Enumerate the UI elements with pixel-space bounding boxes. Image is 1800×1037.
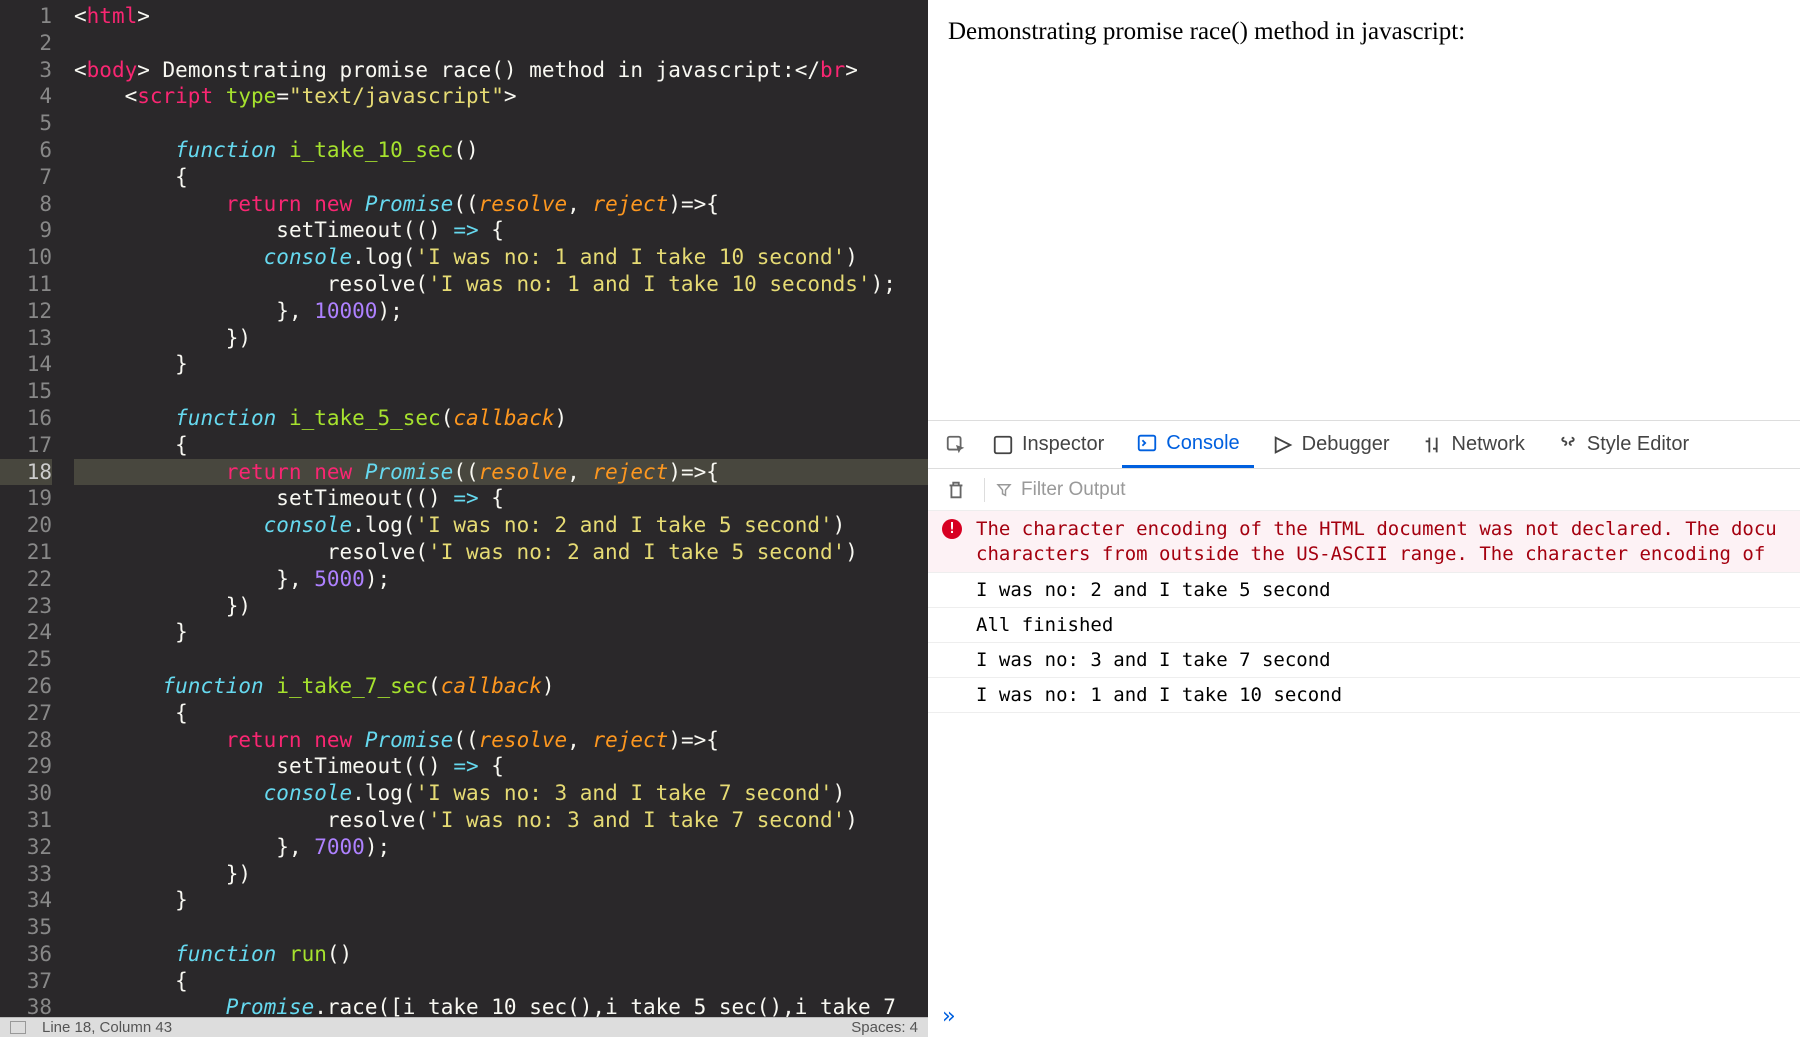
- code-line[interactable]: resolve('I was no: 3 and I take 7 second…: [74, 807, 928, 834]
- console-message-text: I was no: 1 and I take 10 second: [976, 684, 1342, 706]
- tab-label: Inspector: [1022, 433, 1104, 456]
- tab-console[interactable]: Console: [1122, 421, 1253, 468]
- console-message-text: I was no: 3 and I take 7 second: [976, 649, 1331, 671]
- tab-label: Network: [1452, 433, 1525, 456]
- error-icon: !: [942, 519, 962, 539]
- code-line[interactable]: }): [74, 593, 928, 620]
- code-line[interactable]: {: [74, 700, 928, 727]
- page-preview: Demonstrating promise race() method in j…: [928, 0, 1800, 420]
- console-log[interactable]: All finished: [928, 608, 1800, 643]
- code-editor-pane: 1234567891011121314151617181920212223242…: [0, 0, 928, 1037]
- filter-input[interactable]: Filter Output: [995, 479, 1790, 501]
- code-line[interactable]: }: [74, 351, 928, 378]
- code-line[interactable]: }, 5000);: [74, 566, 928, 593]
- code-line[interactable]: }): [74, 861, 928, 888]
- code-line[interactable]: {: [74, 968, 928, 995]
- code-line[interactable]: function i_take_5_sec(callback): [74, 405, 928, 432]
- devtools-panel: Inspector Console Debugger Network Style…: [928, 420, 1800, 1037]
- console-error[interactable]: ! The character encoding of the HTML docu…: [928, 511, 1800, 573]
- indent-setting[interactable]: Spaces: 4: [851, 1019, 918, 1036]
- code-line[interactable]: {: [74, 164, 928, 191]
- code-line[interactable]: [74, 646, 928, 673]
- code-line[interactable]: <script type="text/javascript">: [74, 83, 928, 110]
- code-line[interactable]: setTimeout(() => {: [74, 217, 928, 244]
- code-line[interactable]: <body> Demonstrating promise race() meth…: [74, 57, 928, 84]
- code-line[interactable]: setTimeout(() => {: [74, 753, 928, 780]
- console-prompt[interactable]: »: [928, 996, 1800, 1037]
- code-line[interactable]: [74, 378, 928, 405]
- prompt-icon: »: [942, 1004, 955, 1029]
- code-line[interactable]: [74, 30, 928, 57]
- code-line[interactable]: console.log('I was no: 3 and I take 7 se…: [74, 780, 928, 807]
- code-line[interactable]: function i_take_10_sec(): [74, 137, 928, 164]
- tab-label: Debugger: [1302, 433, 1390, 456]
- tab-debugger[interactable]: Debugger: [1258, 421, 1404, 468]
- line-number-gutter[interactable]: 1234567891011121314151617181920212223242…: [0, 0, 70, 1017]
- clear-console-icon[interactable]: [938, 472, 974, 508]
- code-content[interactable]: <html> <body> Demonstrating promise race(…: [70, 0, 928, 1017]
- preview-text: Demonstrating promise race() method in j…: [948, 18, 1465, 45]
- divider: [984, 478, 985, 502]
- code-line[interactable]: [74, 110, 928, 137]
- tab-inspector[interactable]: Inspector: [978, 421, 1118, 468]
- console-log[interactable]: I was no: 1 and I take 10 second: [928, 678, 1800, 713]
- browser-pane: Demonstrating promise race() method in j…: [928, 0, 1800, 1037]
- tab-network[interactable]: Network: [1408, 421, 1539, 468]
- console-message-text: The character encoding of the HTML docum…: [976, 518, 1777, 565]
- code-line[interactable]: resolve('I was no: 1 and I take 10 secon…: [74, 271, 928, 298]
- code-line[interactable]: function i_take_7_sec(callback): [74, 673, 928, 700]
- tab-label: Console: [1166, 432, 1239, 455]
- tab-label: Style Editor: [1587, 433, 1689, 456]
- cursor-position: Line 18, Column 43: [42, 1019, 172, 1036]
- console-log[interactable]: I was no: 3 and I take 7 second: [928, 643, 1800, 678]
- code-line[interactable]: }, 10000);: [74, 298, 928, 325]
- statusbar-checkbox-icon[interactable]: [10, 1021, 26, 1034]
- console-toolbar: Filter Output: [928, 469, 1800, 511]
- console-message-text: All finished: [976, 614, 1113, 636]
- code-line[interactable]: }, 7000);: [74, 834, 928, 861]
- pick-element-icon[interactable]: [938, 427, 974, 463]
- console-log[interactable]: I was no: 2 and I take 5 second: [928, 573, 1800, 608]
- code-line[interactable]: }: [74, 887, 928, 914]
- code-line[interactable]: }: [74, 619, 928, 646]
- code-line[interactable]: {: [74, 432, 928, 459]
- editor-statusbar: Line 18, Column 43 Spaces: 4: [0, 1017, 928, 1037]
- code-line[interactable]: return new Promise((resolve, reject)=>{: [74, 727, 928, 754]
- code-line[interactable]: console.log('I was no: 1 and I take 10 s…: [74, 244, 928, 271]
- code-line[interactable]: [74, 914, 928, 941]
- code-line[interactable]: <html>: [74, 3, 928, 30]
- code-line[interactable]: }): [74, 325, 928, 352]
- code-line[interactable]: setTimeout(() => {: [74, 485, 928, 512]
- code-line[interactable]: return new Promise((resolve, reject)=>{: [74, 459, 928, 486]
- code-line[interactable]: function run(): [74, 941, 928, 968]
- console-output[interactable]: ! The character encoding of the HTML docu…: [928, 511, 1800, 996]
- code-line[interactable]: resolve('I was no: 2 and I take 5 second…: [74, 539, 928, 566]
- code-line[interactable]: console.log('I was no: 2 and I take 5 se…: [74, 512, 928, 539]
- editor-area[interactable]: 1234567891011121314151617181920212223242…: [0, 0, 928, 1017]
- code-line[interactable]: Promise.race([i_take_10_sec(),i_take_5_s…: [74, 994, 928, 1017]
- filter-placeholder: Filter Output: [1021, 479, 1126, 501]
- devtools-tabbar: Inspector Console Debugger Network Style…: [928, 421, 1800, 469]
- code-line[interactable]: return new Promise((resolve, reject)=>{: [74, 191, 928, 218]
- console-message-text: I was no: 2 and I take 5 second: [976, 579, 1331, 601]
- tab-style-editor[interactable]: Style Editor: [1543, 421, 1703, 468]
